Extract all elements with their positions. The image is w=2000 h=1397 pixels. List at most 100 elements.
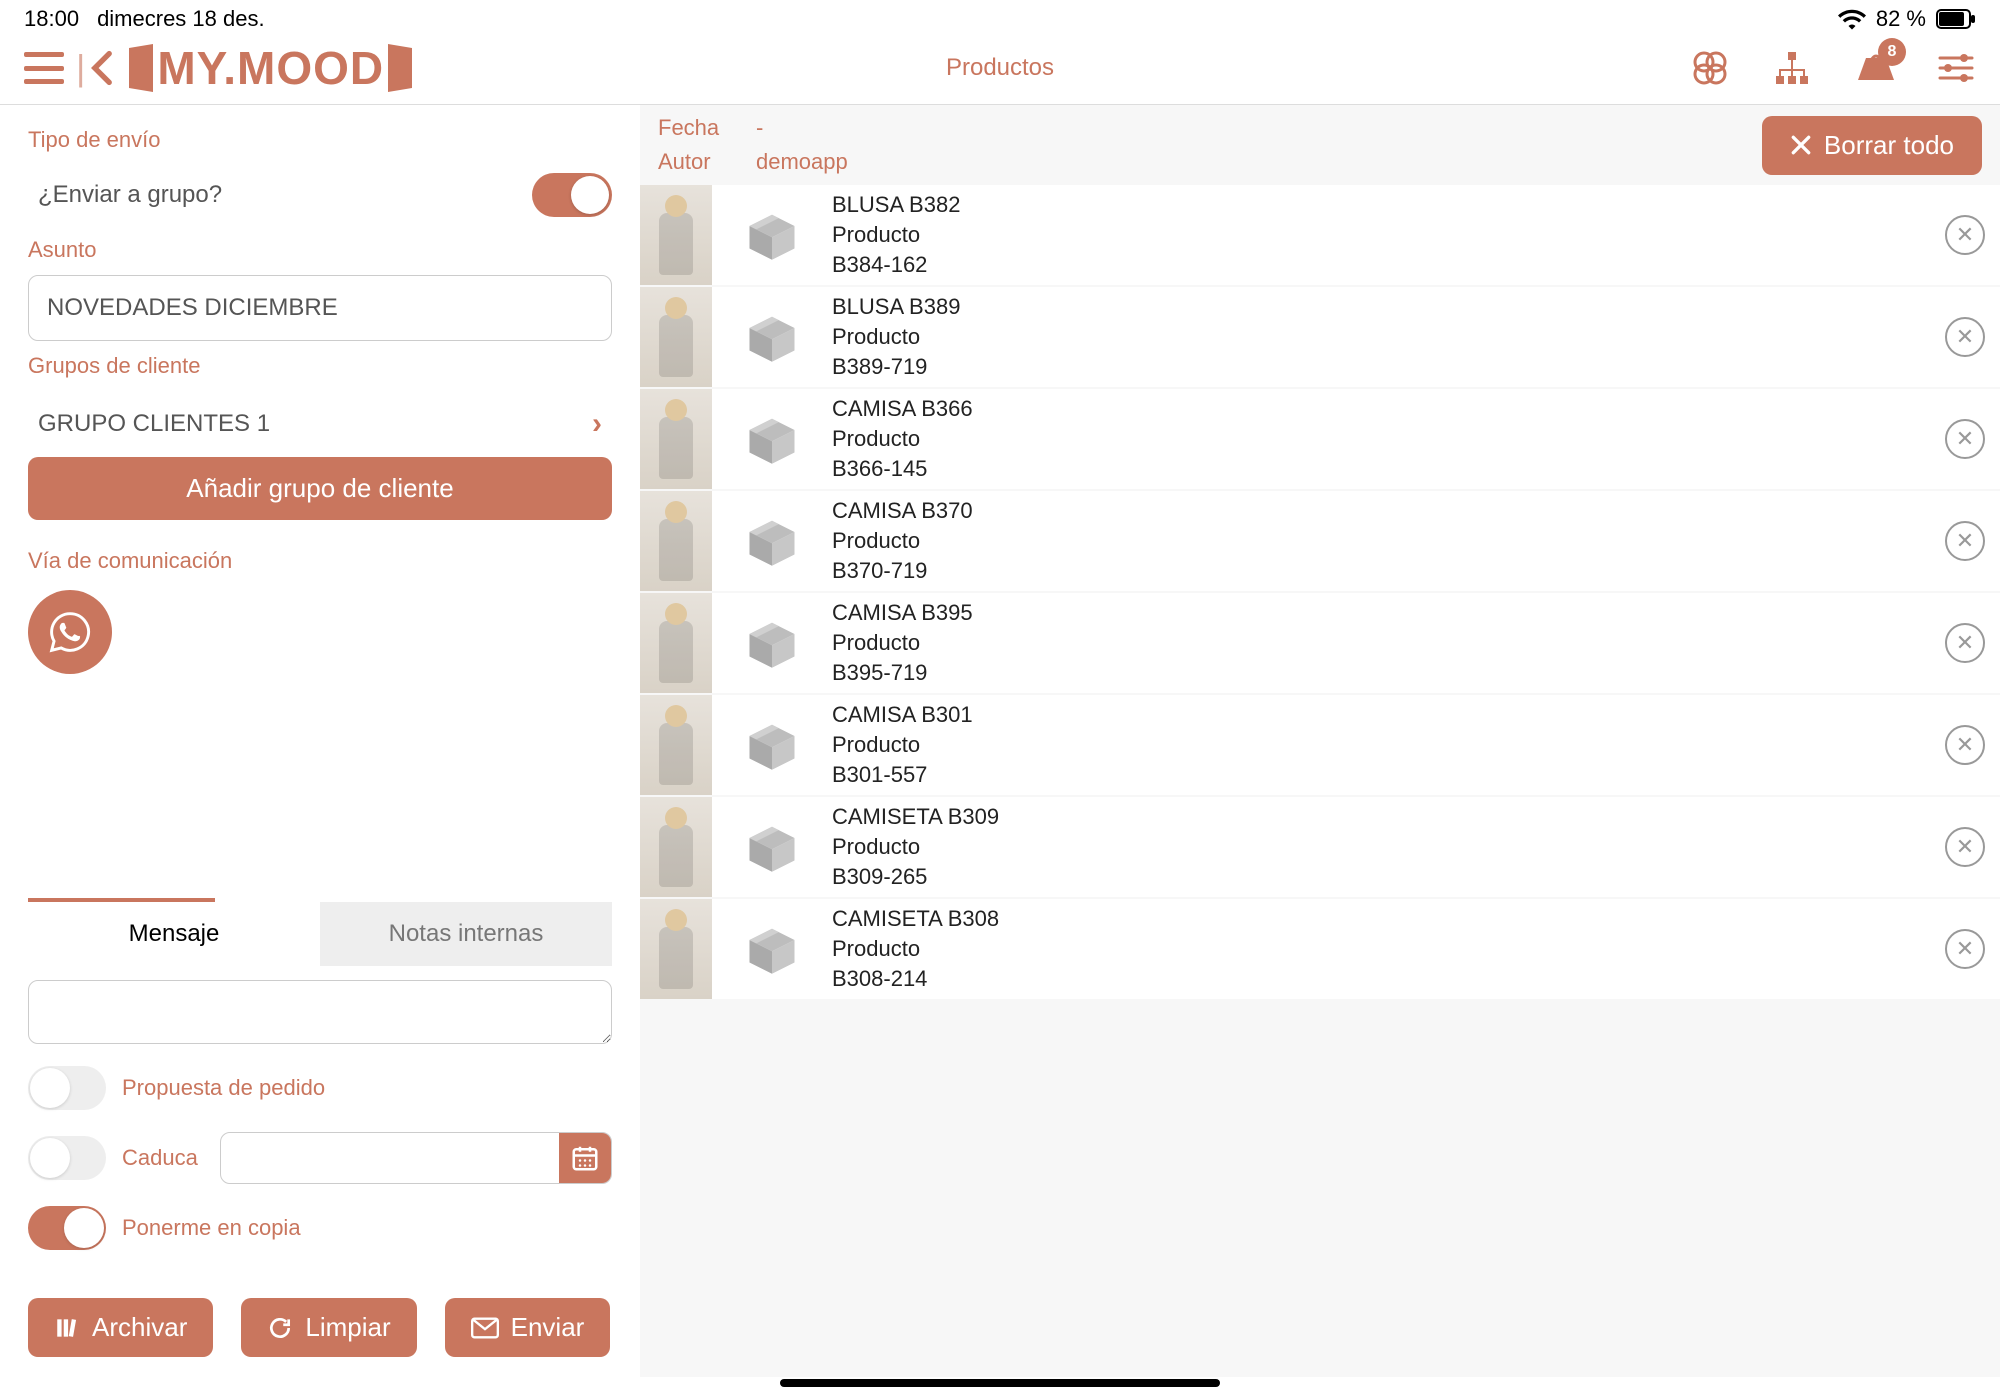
product-row[interactable]: CAMISETA B309ProductoB309-265✕ <box>640 797 2000 897</box>
remove-product-button[interactable]: ✕ <box>1930 929 2000 969</box>
product-code: B389-719 <box>832 354 1930 380</box>
send-type-label: Tipo de envío <box>28 127 612 153</box>
product-code: B308-214 <box>832 966 1930 992</box>
package-icon <box>712 718 832 772</box>
product-name: CAMISA B366 <box>832 396 1930 422</box>
send-to-group-text: ¿Enviar a grupo? <box>28 165 222 225</box>
books-icon <box>54 1315 80 1341</box>
product-row[interactable]: BLUSA B389 Producto B389-719✕ <box>640 287 2000 387</box>
product-thumbnail <box>640 797 712 897</box>
remove-product-button[interactable]: ✕ <box>1930 419 2000 459</box>
cart-badge: 8 <box>1878 38 1906 66</box>
product-name: BLUSA B389 <box>832 294 1930 320</box>
product-thumbnail <box>640 389 712 489</box>
expires-label: Caduca <box>122 1145 198 1171</box>
subject-input[interactable] <box>28 275 612 341</box>
product-code: B309-265 <box>832 864 1930 890</box>
add-client-group-button[interactable]: Añadir grupo de cliente <box>28 457 612 520</box>
expires-date-input[interactable] <box>220 1132 612 1184</box>
package-icon <box>712 820 832 874</box>
page-title: Productos <box>946 54 1054 82</box>
tab-internal-notes[interactable]: Notas internas <box>320 902 612 966</box>
remove-product-button[interactable]: ✕ <box>1930 827 2000 867</box>
order-proposal-label: Propuesta de pedido <box>122 1075 325 1101</box>
battery-icon <box>1936 9 1976 29</box>
divider: | <box>76 47 85 89</box>
product-row[interactable]: CAMISA B370 Producto B370-719✕ <box>640 491 2000 591</box>
client-group-name: GRUPO CLIENTES 1 <box>38 410 270 438</box>
chevron-right-icon: › <box>592 407 602 441</box>
send-button[interactable]: Enviar <box>445 1298 611 1357</box>
product-name: CAMISA B370 <box>832 498 1930 524</box>
knot-icon[interactable] <box>1690 48 1730 88</box>
package-icon <box>712 208 832 262</box>
product-row[interactable]: BLUSA B382ProductoB384-162✕ <box>640 185 2000 285</box>
package-icon <box>712 514 832 568</box>
whatsapp-button[interactable] <box>28 590 112 674</box>
app-logo: MY.MOOD <box>125 40 416 96</box>
back-button[interactable] <box>91 50 113 86</box>
status-time: 18:00 <box>24 6 79 32</box>
product-type: Producto <box>832 528 1930 554</box>
order-proposal-toggle[interactable] <box>28 1066 106 1110</box>
product-type: Producto <box>832 426 1930 452</box>
package-icon <box>712 310 832 364</box>
hierarchy-icon[interactable] <box>1772 48 1812 88</box>
remove-product-button[interactable]: ✕ <box>1930 623 2000 663</box>
product-thumbnail <box>640 593 712 693</box>
product-name: CAMISA B395 <box>832 600 1930 626</box>
product-code: B301-557 <box>832 762 1930 788</box>
product-row[interactable]: CAMISETA B308ProductoB308-214✕ <box>640 899 2000 999</box>
cart-icon[interactable]: 8 <box>1854 48 1894 88</box>
close-icon <box>1790 134 1812 156</box>
product-type: Producto <box>832 732 1930 758</box>
tab-message[interactable]: Mensaje <box>28 902 320 966</box>
clear-button[interactable]: Limpiar <box>241 1298 416 1357</box>
settings-icon[interactable] <box>1936 48 1976 88</box>
product-thumbnail <box>640 287 712 387</box>
product-row[interactable]: CAMISA B395ProductoB395-719✕ <box>640 593 2000 693</box>
products-panel: Fecha - Autor demoapp Borrar todo BLUSA … <box>640 105 2000 1377</box>
clear-all-button[interactable]: Borrar todo <box>1762 116 1982 175</box>
package-icon <box>712 412 832 466</box>
message-textarea[interactable] <box>28 980 612 1044</box>
client-group-row[interactable]: GRUPO CLIENTES 1 › <box>28 391 612 457</box>
compose-panel: Tipo de envío ¿Enviar a grupo? Asunto Gr… <box>0 105 640 1377</box>
package-icon <box>712 922 832 976</box>
envelope-icon <box>471 1317 499 1339</box>
date-value: - <box>756 115 763 141</box>
channel-label: Vía de comunicación <box>28 548 612 574</box>
remove-product-button[interactable]: ✕ <box>1930 521 2000 561</box>
archive-button[interactable]: Archivar <box>28 1298 213 1357</box>
product-thumbnail <box>640 695 712 795</box>
cc-me-label: Ponerme en copia <box>122 1215 301 1241</box>
remove-product-button[interactable]: ✕ <box>1930 725 2000 765</box>
product-code: B370-719 <box>832 558 1930 584</box>
status-date: dimecres 18 des. <box>97 6 265 32</box>
product-row[interactable]: CAMISA B301 Producto B301-557✕ <box>640 695 2000 795</box>
product-thumbnail <box>640 899 712 999</box>
product-name: CAMISETA B309 <box>832 804 1930 830</box>
product-thumbnail <box>640 491 712 591</box>
product-code: B384-162 <box>832 252 1930 278</box>
author-value: demoapp <box>756 149 848 175</box>
product-thumbnail <box>640 185 712 285</box>
cc-me-toggle[interactable] <box>28 1206 106 1250</box>
expires-toggle[interactable] <box>28 1136 106 1180</box>
remove-product-button[interactable]: ✕ <box>1930 317 2000 357</box>
calendar-icon[interactable] <box>559 1132 611 1184</box>
app-header: | MY.MOOD Productos 8 <box>0 36 2000 105</box>
wifi-icon <box>1838 8 1866 30</box>
author-label: Autor <box>658 149 732 175</box>
product-row[interactable]: CAMISA B366 Producto B366-145✕ <box>640 389 2000 489</box>
product-code: B366-145 <box>832 456 1930 482</box>
send-to-group-toggle[interactable] <box>532 173 612 217</box>
home-indicator <box>780 1379 1220 1387</box>
product-name: CAMISA B301 <box>832 702 1930 728</box>
battery-percent: 82 % <box>1876 6 1926 32</box>
product-type: Producto <box>832 324 1930 350</box>
subject-label: Asunto <box>28 237 612 263</box>
menu-icon[interactable] <box>24 52 64 84</box>
remove-product-button[interactable]: ✕ <box>1930 215 2000 255</box>
product-list: BLUSA B382ProductoB384-162✕ BLUSA B389 Pro… <box>640 185 2000 1377</box>
